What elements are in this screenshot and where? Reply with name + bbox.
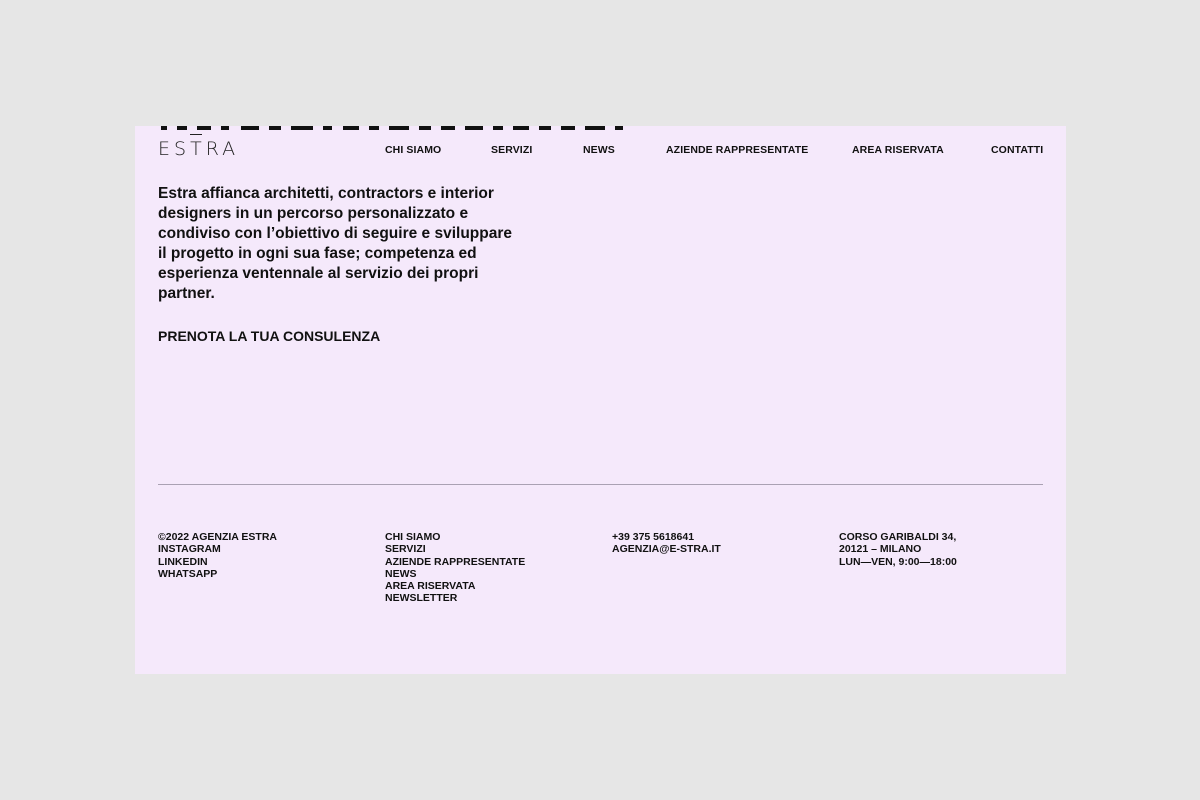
footer-link-servizi[interactable]: SERVIZI [385, 543, 525, 555]
footer-col-nav: CHI SIAMO SERVIZI AZIENDE RAPPRESENTATE … [385, 531, 525, 605]
footer-col-social: ©2022 AGENZIA ESTRA INSTAGRAM LINKEDIN W… [158, 531, 277, 580]
footer-link-chi-siamo[interactable]: CHI SIAMO [385, 531, 525, 543]
footer-link-aziende-rappresentate[interactable]: AZIENDE RAPPRESENTATE [385, 556, 525, 568]
nav-contatti[interactable]: CONTATTI [991, 144, 1043, 156]
copyright-text: ©2022 AGENZIA ESTRA [158, 531, 277, 543]
nav-news[interactable]: NEWS [583, 144, 615, 156]
site-frame: ESTRA CHI SIAMO SERVIZI NEWS AZIENDE RAP… [135, 126, 1066, 674]
main-nav: CHI SIAMO SERVIZI NEWS AZIENDE RAPPRESEN… [135, 144, 1066, 158]
footer-col-address: CORSO GARIBALDI 34, 20121 – MILANO LUN—V… [839, 531, 957, 568]
heading-fragment-graphic [161, 126, 623, 130]
footer-link-news[interactable]: NEWS [385, 568, 525, 580]
nav-aziende-rappresentate[interactable]: AZIENDE RAPPRESENTATE [666, 144, 808, 156]
nav-area-riservata[interactable]: AREA RISERVATA [852, 144, 944, 156]
address-street: CORSO GARIBALDI 34, [839, 531, 957, 543]
footer-phone-link[interactable]: +39 375 5618641 [612, 531, 721, 543]
address-city: 20121 – MILANO [839, 543, 922, 556]
footer-link-linkedin[interactable]: LINKEDIN [158, 556, 277, 568]
footer-divider [158, 484, 1043, 485]
book-consultation-link[interactable]: PRENOTA LA TUA CONSULENZA [158, 328, 380, 344]
footer-link-instagram[interactable]: INSTAGRAM [158, 543, 277, 555]
footer-link-area-riservata[interactable]: AREA RISERVATA [385, 580, 525, 592]
opening-hours: LUN—VEN, 9:00—18:00 [839, 555, 957, 568]
nav-servizi[interactable]: SERVIZI [491, 144, 532, 156]
footer-col-contacts: +39 375 5618641 AGENZIA@E-STRA.IT [612, 531, 721, 556]
footer-link-whatsapp[interactable]: WHATSAPP [158, 568, 277, 580]
intro-paragraph: Estra affianca architetti, contractors e… [158, 185, 512, 302]
footer-link-newsletter[interactable]: NEWSLETTER [385, 592, 525, 604]
nav-chi-siamo[interactable]: CHI SIAMO [385, 144, 441, 156]
footer-email-link[interactable]: AGENZIA@E-STRA.IT [612, 543, 721, 555]
